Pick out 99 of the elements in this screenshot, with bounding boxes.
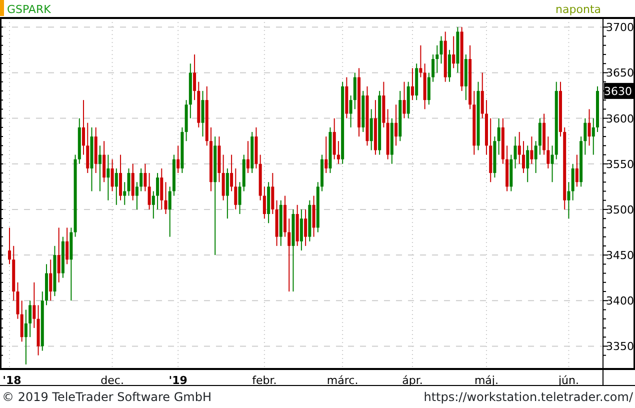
candlestick — [522, 140, 525, 174]
y-axis-label: 3650 — [606, 66, 634, 80]
candlestick — [49, 259, 52, 302]
candlestick — [567, 182, 570, 220]
candlestick — [102, 140, 106, 183]
candlestick — [32, 282, 36, 328]
symbol-label: GSPARK — [7, 3, 51, 16]
candlestick — [410, 68, 414, 101]
candlestick — [440, 36, 443, 64]
candlestick — [394, 104, 398, 146]
candlestick — [262, 186, 266, 220]
candlestick — [57, 227, 60, 283]
candlestick — [238, 182, 242, 215]
x-axis-label: '18 — [2, 374, 22, 386]
y-axis-label: 3350 — [606, 340, 634, 354]
candlestick — [546, 136, 550, 169]
candlestick — [402, 81, 406, 119]
candlestick — [432, 54, 435, 82]
candlestick — [246, 140, 250, 174]
candlestick — [584, 118, 587, 156]
candlestick — [168, 186, 172, 238]
candlestick — [156, 172, 160, 210]
candlestick — [332, 118, 336, 160]
current-price-label: 3630 — [604, 82, 634, 99]
interval-label: naponta — [556, 3, 601, 16]
candlestick — [288, 218, 291, 292]
candlestick — [312, 195, 316, 238]
candlestick — [588, 108, 591, 146]
candlestick — [230, 154, 234, 192]
candlestick — [518, 131, 521, 164]
candlestick — [110, 158, 114, 192]
candlestick — [514, 136, 517, 169]
candlestick — [86, 122, 90, 174]
y-axis-label: 3700 — [606, 21, 634, 34]
y-axis-label: 3450 — [606, 249, 634, 262]
candlestick — [160, 168, 164, 210]
candlestick — [24, 309, 28, 365]
x-axis-label: '19 — [168, 374, 188, 386]
candlestick — [534, 140, 538, 174]
x-axis-label: dec. — [100, 374, 124, 386]
candlestick — [114, 168, 118, 206]
candlestick — [106, 154, 110, 201]
candlestick — [349, 94, 352, 128]
candlestick — [480, 72, 484, 119]
copyright-text: © 2019 TeleTrader Software GmbH — [2, 389, 212, 406]
candlestick — [164, 182, 168, 215]
candlestick — [28, 300, 32, 338]
candlestick — [98, 145, 102, 192]
candlestick — [271, 172, 274, 215]
candlestick — [452, 36, 456, 69]
candlestick — [222, 154, 225, 201]
candlestick — [571, 163, 574, 201]
candlestick — [234, 168, 238, 210]
candlestick — [538, 118, 542, 156]
y-axis-label: 3600 — [606, 112, 634, 126]
series-marker — [0, 0, 4, 16]
x-axis-label: márc. — [326, 374, 358, 386]
candlestick — [123, 182, 126, 206]
candlestick — [226, 168, 229, 220]
candlestick — [550, 145, 554, 183]
candlestick — [336, 140, 340, 164]
candlestick — [20, 300, 24, 342]
y-axis-label: 3400 — [606, 294, 634, 308]
candlestick — [135, 182, 138, 210]
candlestick — [300, 208, 303, 251]
candlestick — [144, 163, 147, 192]
candlestick — [427, 72, 430, 106]
candlestick — [16, 282, 20, 320]
candlestick — [8, 227, 11, 265]
x-axis-label: jún. — [558, 374, 579, 386]
y-axis-label: 3550 — [606, 158, 634, 171]
candlestick — [140, 168, 143, 192]
candlestick — [592, 118, 595, 156]
candlestick — [119, 154, 122, 201]
x-axis-label: ápr. — [402, 374, 423, 386]
candlestick — [148, 172, 151, 210]
candlestick — [131, 163, 134, 201]
candlestick — [419, 44, 422, 78]
candlestick — [201, 90, 204, 138]
candlestick — [127, 168, 130, 196]
candlestick — [66, 227, 69, 265]
candlestick — [353, 72, 356, 110]
candlestick — [324, 136, 328, 174]
candlestick — [82, 100, 86, 156]
x-axis-label: máj. — [474, 374, 498, 386]
website-link[interactable]: https://workstation.teletrader.com/ — [424, 388, 633, 406]
candlestick — [436, 44, 439, 74]
candlestick — [304, 208, 308, 246]
candlestick — [526, 145, 530, 183]
candlestick — [370, 108, 373, 151]
candlestick — [448, 49, 451, 82]
candlestick — [152, 190, 155, 220]
candlestick — [176, 145, 180, 174]
candlestick — [193, 54, 196, 101]
candlestick — [575, 154, 578, 188]
y-axis-label: 3500 — [606, 203, 634, 216]
candlestick — [497, 118, 500, 156]
candlestick — [530, 136, 534, 164]
x-axis-label: febr. — [252, 374, 277, 386]
